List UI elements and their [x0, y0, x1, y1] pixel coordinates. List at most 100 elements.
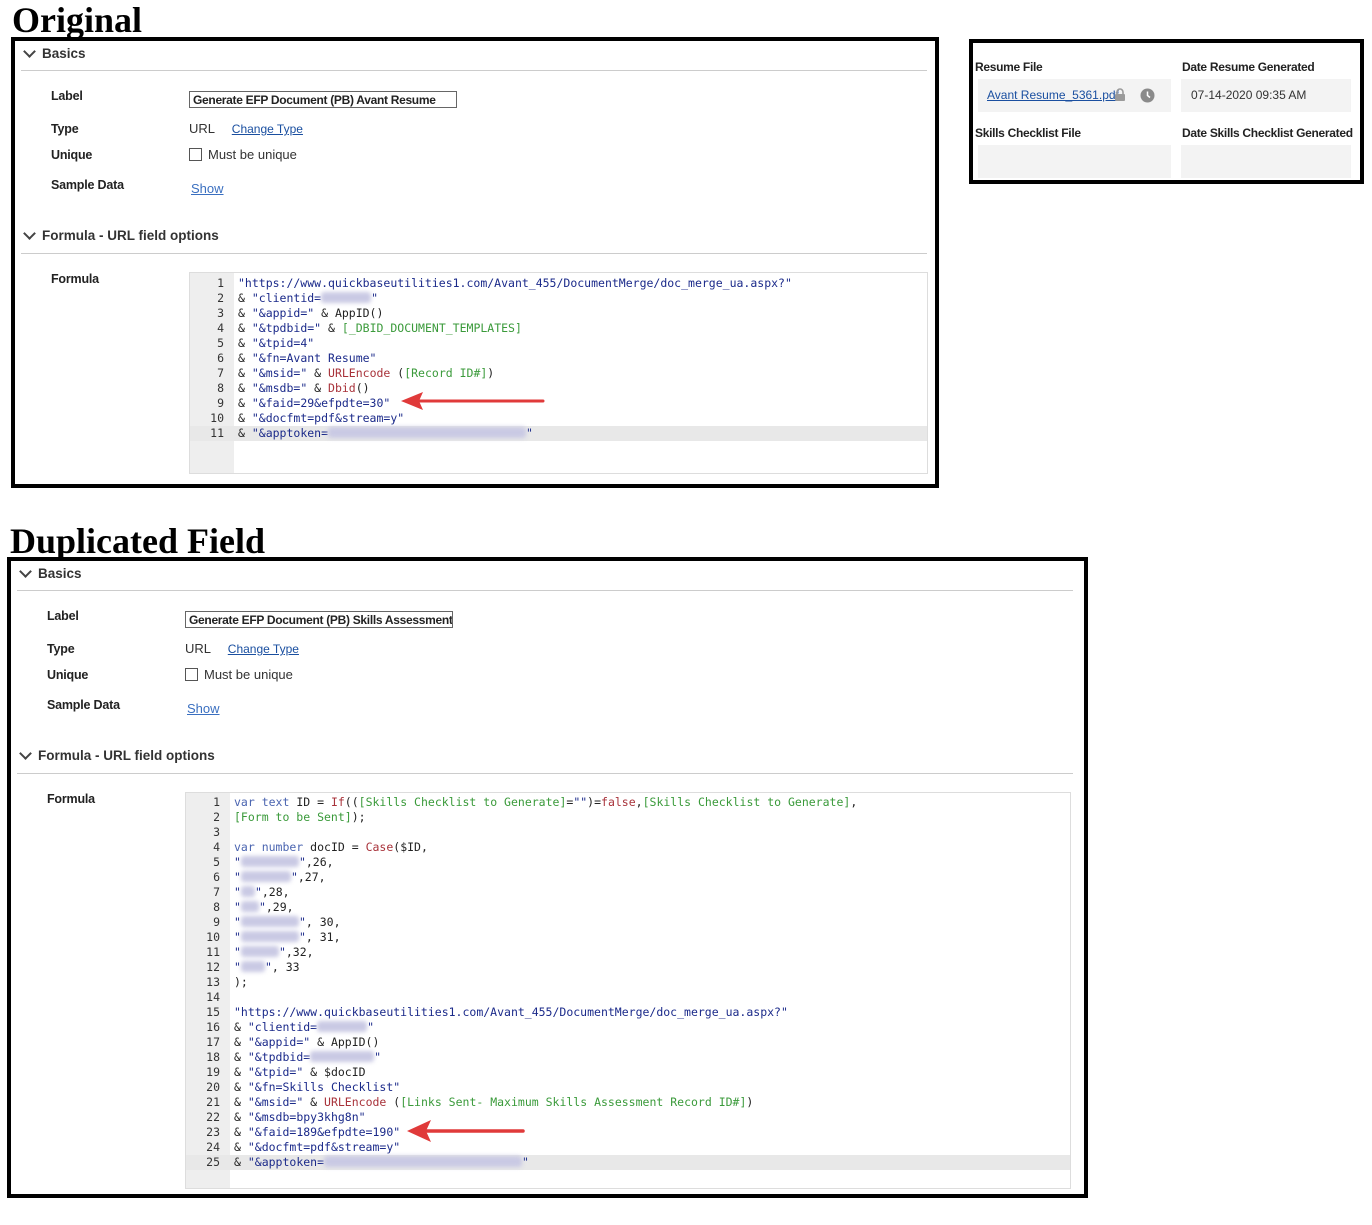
label-caption: Label: [51, 89, 83, 103]
date-resume-box: 07-14-2020 09:35 AM: [1181, 79, 1351, 112]
code-line: 22 & "&msdb=bpy3khg8n": [206, 1110, 366, 1124]
code-line: 7 & "&msid=" & URLEncode ([Record ID#]): [217, 366, 495, 380]
chevron-down-icon: [19, 747, 32, 760]
resume-file-link[interactable]: Avant Resume_5361.pdf: [987, 88, 1119, 102]
code-line: 7 " ",28,: [213, 885, 290, 899]
unique-option: Must be unique: [185, 667, 293, 682]
type-text: URL: [189, 121, 215, 136]
formula-section-title: Formula - URL field options: [42, 228, 219, 243]
code-lines: 1 var text ID = If(([Skills Checklist to …: [186, 795, 1070, 1170]
code-line: 1 "https://www.quickbaseutilities1.com/Av…: [217, 276, 792, 290]
unique-checkbox[interactable]: [189, 148, 202, 161]
code-line: 20 & "&fn=Skills Checklist": [206, 1080, 401, 1094]
unique-text: Must be unique: [204, 667, 293, 682]
label-field[interactable]: Generate EFP Document (PB) Avant Resume: [189, 91, 457, 108]
formula-caption: Formula: [47, 792, 95, 806]
code-line: 4 & "&tpdbid=" & [_DBID_DOCUMENT_TEMPLATE…: [217, 321, 522, 335]
red-arrow-icon: [401, 392, 545, 410]
code-line-active: 11 & "&apptoken= ": [190, 426, 927, 441]
formula-section-header[interactable]: Formula - URL field options: [23, 227, 219, 243]
formula-section-header[interactable]: Formula - URL field options: [19, 747, 215, 763]
label-field[interactable]: Generate EFP Document (PB) Skills Assess…: [185, 611, 453, 628]
date-resume-label: Date Resume Generated: [1182, 60, 1315, 74]
chevron-down-icon: [23, 45, 36, 58]
code-line: 11 " ",32,: [206, 945, 314, 959]
code-line: 1 var text ID = If(([Skills Checklist to …: [213, 795, 858, 809]
code-line: 17 & "&appid=" & AppID(): [206, 1035, 380, 1049]
code-line: 16 & "clientid= ": [206, 1020, 375, 1034]
formula-editor[interactable]: 1 "https://www.quickbaseutilities1.com/Av…: [189, 272, 928, 474]
basics-section-header[interactable]: Basics: [23, 45, 86, 61]
divider: [17, 773, 1073, 774]
formula-section-title: Formula - URL field options: [38, 748, 215, 763]
code-line: 23 & "&faid=189&efpdte=190": [206, 1125, 401, 1139]
code-line: 3 & "&appid=" & AppID(): [217, 306, 384, 320]
type-caption: Type: [51, 122, 79, 136]
code-line: 21 & "&msid=" & URLEncode ([Links Sent- M…: [206, 1095, 754, 1109]
code-line: 10 & "&docfmt=pdf&stream=y": [210, 411, 405, 425]
code-line: 5 & "&tpid=4": [217, 336, 315, 350]
unique-text: Must be unique: [208, 147, 297, 162]
code-line: 2 [Form to be Sent]);: [213, 810, 366, 824]
basics-section-header[interactable]: Basics: [19, 565, 82, 581]
code-line: 24 & "&docfmt=pdf&stream=y": [206, 1140, 401, 1154]
unique-caption: Unique: [51, 148, 93, 162]
change-type-link[interactable]: Change Type: [228, 642, 299, 656]
chevron-down-icon: [19, 565, 32, 578]
basics-title: Basics: [38, 566, 82, 581]
skills-file-label: Skills Checklist File: [975, 126, 1081, 140]
show-sample-link[interactable]: Show: [191, 181, 224, 196]
original-heading: Original: [12, 0, 143, 40]
chevron-down-icon: [23, 227, 36, 240]
type-value: URL Change Type: [185, 641, 299, 656]
code-line: 6 & "&fn=Avant Resume": [217, 351, 377, 365]
sample-data-caption: Sample Data: [47, 698, 120, 712]
unique-checkbox[interactable]: [185, 668, 198, 681]
basics-title: Basics: [42, 46, 86, 61]
code-line: 9 " ", 30,: [213, 915, 341, 929]
code-line: 19 & "&tpid=" & $docID: [206, 1065, 366, 1079]
divider: [21, 70, 927, 71]
type-value: URL Change Type: [189, 121, 303, 136]
red-arrow-icon: [407, 1120, 525, 1142]
change-type-link[interactable]: Change Type: [232, 122, 303, 136]
formula-caption: Formula: [51, 272, 99, 286]
date-skills-box: [1181, 145, 1351, 178]
divider: [21, 253, 927, 254]
code-line: 10 " ", 31,: [206, 930, 341, 944]
code-line: 2 & "clientid= ": [217, 291, 379, 305]
resume-file-label: Resume File: [975, 60, 1043, 74]
code-line: 6 " ",27,: [213, 870, 326, 884]
code-line: 9 & "&faid=29&efpdte=30": [217, 396, 391, 410]
clock-icon[interactable]: [1140, 88, 1155, 103]
code-line: 4 var number docID = Case($ID,: [213, 840, 428, 854]
duplicated-heading: Duplicated Field: [10, 521, 266, 561]
unique-caption: Unique: [47, 668, 89, 682]
code-line: 8 " ",29,: [213, 900, 294, 914]
code-lines: 1 "https://www.quickbaseutilities1.com/Av…: [190, 276, 927, 441]
lock-icon: [1115, 88, 1125, 101]
date-skills-label: Date Skills Checklist Generated: [1182, 126, 1353, 140]
show-sample-link[interactable]: Show: [187, 701, 220, 716]
date-resume-value: 07-14-2020 09:35 AM: [1191, 88, 1307, 102]
original-field-panel: Basics Label Generate EFP Document (PB) …: [11, 37, 939, 488]
duplicated-field-panel: Basics Label Generate EFP Document (PB) …: [7, 557, 1088, 1198]
resume-file-box: Avant Resume_5361.pdf: [978, 79, 1171, 112]
resume-files-panel: Resume File Avant Resume_5361.pdf Date R…: [969, 39, 1364, 184]
code-line: 15 "https://www.quickbaseutilities1.com/A…: [206, 1005, 788, 1019]
type-caption: Type: [47, 642, 75, 656]
skills-file-box: [978, 145, 1171, 178]
sample-data-caption: Sample Data: [51, 178, 124, 192]
code-line-active: 25 & "&apptoken= ": [186, 1155, 1070, 1170]
formula-editor[interactable]: 1 var text ID = If(([Skills Checklist to …: [185, 792, 1071, 1189]
divider: [17, 590, 1073, 591]
code-line: 14: [206, 990, 220, 1004]
label-caption: Label: [47, 609, 79, 623]
code-line: 8 & "&msdb=" & Dbid(): [217, 381, 370, 395]
type-text: URL: [185, 641, 211, 656]
code-line: 12 " ", 33: [206, 960, 300, 974]
code-line: 5 " ",26,: [213, 855, 334, 869]
code-line: 18 & "&tpdbid= ": [206, 1050, 382, 1064]
code-line: 3: [213, 825, 220, 839]
code-line: 13);: [206, 975, 248, 989]
